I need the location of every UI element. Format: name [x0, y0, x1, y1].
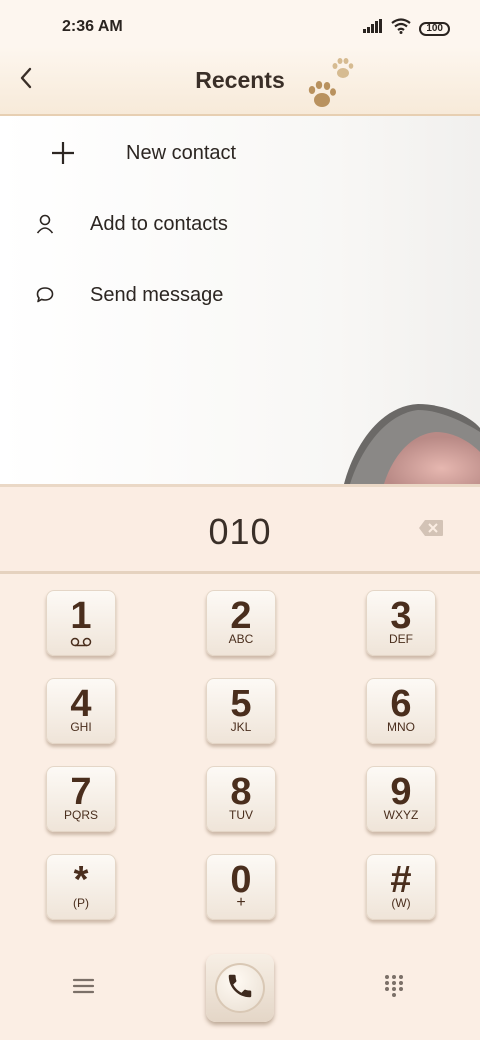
wifi-icon [391, 18, 411, 39]
status-icons: 100 [363, 18, 450, 39]
battery-icon: 100 [419, 21, 450, 36]
key-letters: WXYZ [383, 808, 419, 822]
key-8[interactable]: 8 TUV [206, 766, 276, 832]
key-9[interactable]: 9 WXYZ [366, 766, 436, 832]
voicemail-icon [70, 634, 92, 652]
status-time: 2:36 AM [62, 18, 123, 35]
paw-prints-icon [306, 56, 356, 117]
key-letters: TUV [229, 808, 253, 822]
key-letters: + [236, 894, 246, 911]
dialed-number[interactable]: 010 [0, 511, 480, 553]
key-2[interactable]: 2 ABC [206, 590, 276, 656]
key-digit: 1 [70, 595, 92, 637]
key-letters: MNO [387, 720, 415, 734]
key-letters: JKL [230, 720, 252, 734]
key-letters: ABC [228, 632, 254, 646]
call-button-face [215, 963, 265, 1013]
chat-bubble-icon [36, 286, 54, 309]
key-4[interactable]: 4 GHI [46, 678, 116, 744]
dialed-number-display: 010 [0, 484, 480, 574]
key-letters: (W) [391, 896, 411, 910]
add-to-contacts-label: Add to contacts [90, 213, 228, 235]
send-message-item[interactable]: Send message [0, 264, 480, 324]
person-icon [36, 214, 54, 239]
key-3[interactable]: 3 DEF [366, 590, 436, 656]
key-letters: PQRS [63, 808, 98, 822]
plus-icon [50, 140, 76, 171]
bottom-bar [0, 940, 480, 1040]
key-star[interactable]: * (P) [46, 854, 116, 920]
signal-icon [363, 19, 383, 38]
add-to-contacts-item[interactable]: Add to contacts [0, 193, 480, 253]
key-5[interactable]: 5 JKL [206, 678, 276, 744]
call-button[interactable] [206, 954, 274, 1022]
key-1[interactable]: 1 [46, 590, 116, 656]
app-header: Recents [0, 48, 480, 116]
dial-keypad: 1 2 ABC 3 DEF 4 GHI 5 JKL 6 MNO 7 PQRS 8… [0, 574, 480, 934]
key-hash[interactable]: # (W) [366, 854, 436, 920]
key-letters: GHI [70, 720, 92, 734]
key-letters: DEF [389, 632, 413, 646]
actions-panel: New contact Add to contacts Send message [0, 116, 480, 484]
key-0[interactable]: 0 + [206, 854, 276, 920]
key-6[interactable]: 6 MNO [366, 678, 436, 744]
hamburger-icon[interactable] [72, 976, 96, 1001]
dialpad-icon[interactable] [384, 974, 404, 1003]
new-contact-label: New contact [126, 142, 237, 164]
key-letters: (P) [73, 896, 89, 910]
phone-icon [225, 971, 255, 1006]
new-contact-item[interactable]: New contact [0, 122, 480, 182]
backspace-icon[interactable] [418, 519, 444, 542]
key-7[interactable]: 7 PQRS [46, 766, 116, 832]
page-title: Recents [195, 67, 285, 93]
cat-ear-decoration [340, 402, 480, 484]
send-message-label: Send message [90, 284, 224, 306]
